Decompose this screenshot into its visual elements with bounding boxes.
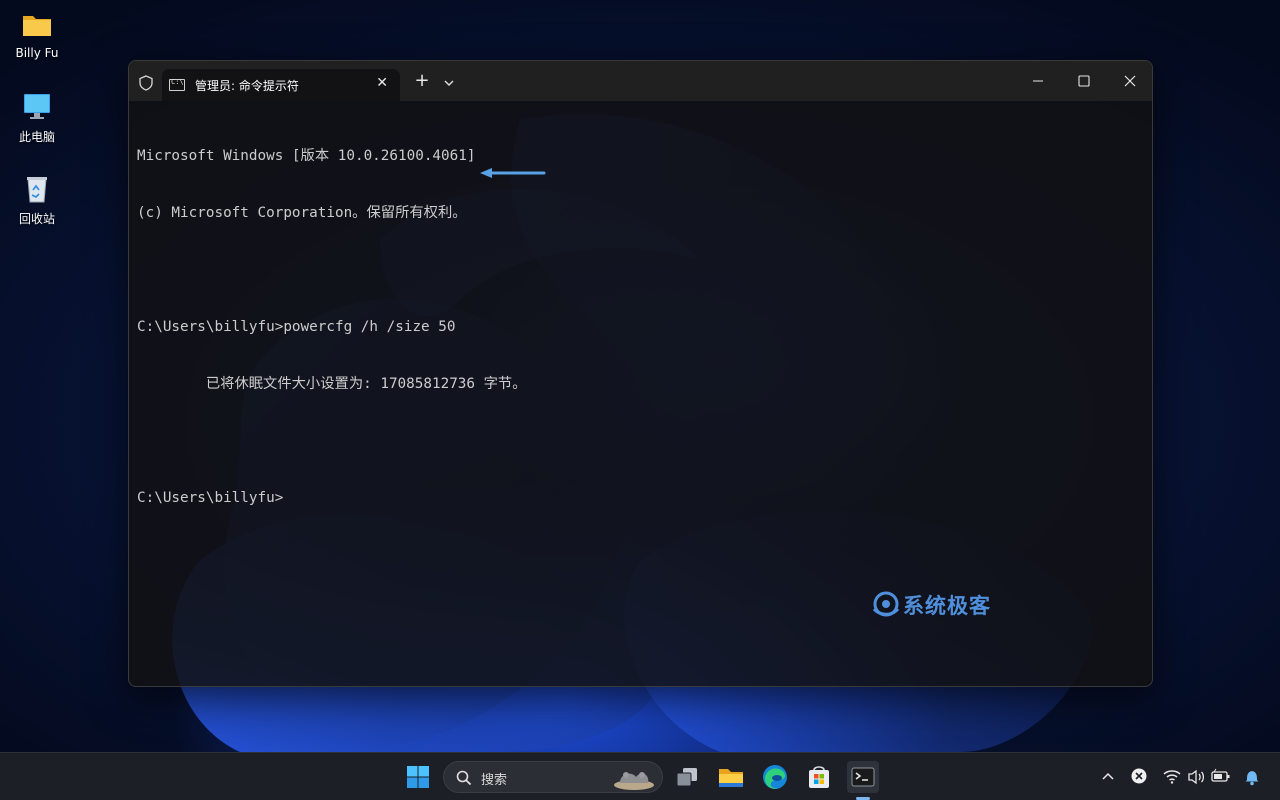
taskbar-search-box[interactable]: 搜索 — [443, 761, 663, 793]
new-tab-button[interactable]: + — [412, 71, 432, 91]
speaker-icon[interactable] — [1186, 767, 1206, 787]
console-line: C:\Users\billyfu>powercfg /h /size 50 — [137, 319, 456, 335]
close-button[interactable] — [1107, 61, 1152, 101]
desktop-icon-label: 此电脑 — [18, 130, 55, 144]
maximize-icon — [1078, 75, 1090, 87]
notification-bell-icon[interactable] — [1243, 767, 1261, 787]
command-prompt-icon — [169, 78, 185, 91]
search-highlight-icon — [614, 772, 654, 790]
recycle-bin-icon — [20, 172, 54, 206]
maximize-button[interactable] — [1061, 61, 1107, 101]
search-label: 搜索 — [481, 773, 508, 788]
task-view-icon[interactable] — [671, 761, 703, 793]
taskbar[interactable]: 搜索 — [0, 752, 1280, 800]
edge-icon[interactable] — [759, 761, 791, 793]
battery-icon[interactable] — [1210, 767, 1232, 787]
desktop-icon-label: Billy Fu — [15, 46, 59, 60]
computer-icon — [20, 90, 54, 124]
shield-icon — [138, 75, 154, 95]
close-tab-icon[interactable]: ✕ — [376, 75, 388, 91]
desktop-icon-this-pc[interactable]: 此电脑 — [4, 90, 70, 145]
close-icon — [1124, 75, 1136, 87]
console-line: (c) Microsoft Corporation。保留所有权利。 — [137, 205, 467, 221]
desktop-icon-recycle-bin[interactable]: 回收站 — [4, 172, 70, 227]
tab-title: 管理员: 命令提示符 — [195, 79, 299, 93]
annotation-arrow-icon — [480, 168, 546, 178]
desktop-icon-user-folder[interactable]: Billy Fu — [4, 8, 70, 60]
chevron-up-icon[interactable] — [1100, 767, 1116, 787]
watermark-logo-icon — [872, 591, 900, 617]
minimize-icon — [1033, 80, 1043, 82]
console-output[interactable]: Microsoft Windows [版本 10.0.26100.4061] (… — [137, 109, 1137, 546]
watermark-text: 系统极客 — [903, 594, 991, 618]
tab-command-prompt[interactable]: 管理员: 命令提示符 ✕ — [162, 69, 400, 101]
desktop-icon-label: 回收站 — [18, 212, 55, 226]
terminal-window[interactable]: 管理员: 命令提示符 ✕ + Microsoft Windows [版本 10.… — [128, 60, 1153, 687]
terminal-icon[interactable] — [847, 761, 879, 793]
watermark-logo: 系统极客 — [871, 589, 990, 619]
folder-icon — [20, 8, 54, 42]
console-line: Microsoft Windows [版本 10.0.26100.4061] — [137, 148, 476, 164]
minimize-button[interactable] — [1015, 61, 1061, 101]
windows-start-icon[interactable] — [402, 761, 434, 793]
title-bar[interactable]: 管理员: 命令提示符 ✕ + — [129, 61, 1152, 101]
search-icon — [456, 770, 472, 786]
wifi-icon[interactable] — [1162, 767, 1182, 787]
console-prompt: C:\Users\billyfu> — [137, 490, 284, 506]
store-icon[interactable] — [803, 761, 835, 793]
chevron-down-icon[interactable] — [442, 75, 456, 89]
file-explorer-icon[interactable] — [715, 761, 747, 793]
console-line: 已将休眠文件大小设置为: 17085812736 字节。 — [137, 376, 527, 392]
close-circle-icon[interactable] — [1130, 767, 1148, 787]
